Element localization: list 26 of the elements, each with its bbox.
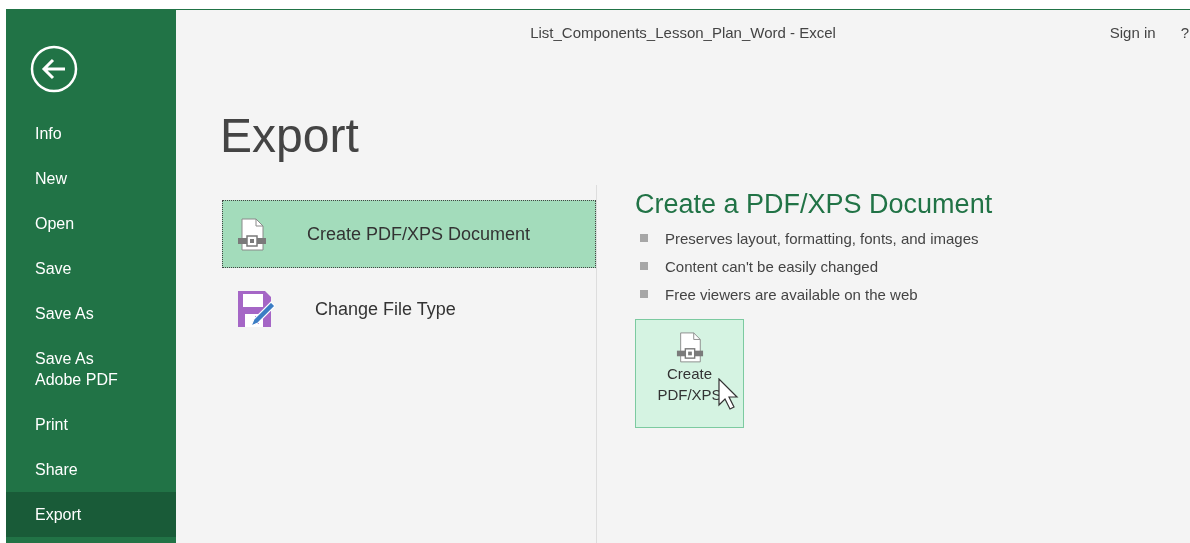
sidebar-item[interactable]: Print [6,402,176,447]
section-heading: Create a PDF/XPS Document [635,188,993,221]
bullet-text: Free viewers are available on the web [665,285,918,303]
sidebar-item[interactable]: Share [6,447,176,492]
page-title: Export [220,109,359,162]
bullet-icon [640,262,648,270]
export-option[interactable]: Create PDF/XPS Document [222,200,596,268]
pdf-document-icon [675,332,704,363]
pdf-document-icon [237,217,267,251]
sidebar-item[interactable]: Export [6,492,176,537]
sidebar-item[interactable]: Info [6,111,176,156]
export-option[interactable]: Change File Type [222,275,596,343]
window-title: List_Components_Lesson_Plan_Word - Excel [530,23,836,41]
help-button[interactable]: ? [1180,23,1189,41]
sign-in-link[interactable]: Sign in [1109,23,1156,41]
sidebar-item[interactable]: Save As Adobe PDF [6,336,176,402]
save-edit-icon [237,290,275,328]
bullet-text: Preserves layout, formatting, fonts, and images [665,229,979,247]
bullet-icon [640,290,648,298]
bullet-text: Content can't be easily changed [665,257,878,275]
sidebar-item[interactable]: New [6,156,176,201]
sidebar-item[interactable]: Open [6,201,176,246]
bullet-icon [640,234,648,242]
mouse-cursor-icon [718,378,740,410]
sidebar-item[interactable]: Save As [6,291,176,336]
sidebar-item[interactable]: Save [6,246,176,291]
